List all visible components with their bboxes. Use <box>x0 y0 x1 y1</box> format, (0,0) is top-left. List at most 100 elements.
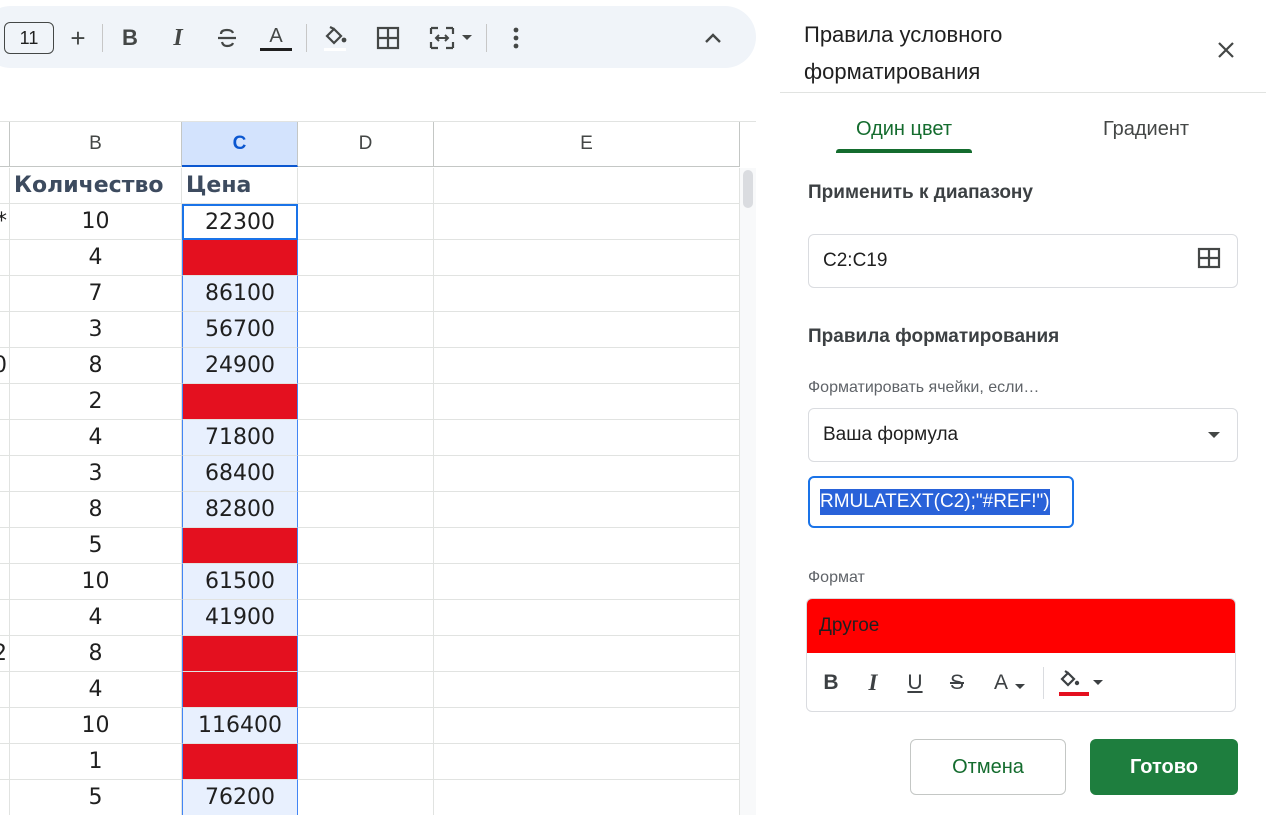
cell-c[interactable] <box>182 744 298 780</box>
range-input[interactable]: C2:C19 <box>808 234 1238 288</box>
borders-button[interactable] <box>374 24 402 52</box>
cell-a[interactable]: * <box>0 204 10 240</box>
cell-a[interactable] <box>0 672 10 708</box>
close-panel-button[interactable] <box>1208 32 1244 68</box>
cell-a[interactable] <box>0 492 10 528</box>
cell-b[interactable]: 2 <box>10 384 182 420</box>
format-bold-button[interactable]: B <box>817 663 845 703</box>
cell-c[interactable] <box>182 240 298 276</box>
cell-e[interactable] <box>434 456 740 492</box>
custom-formula-input[interactable]: RMULATEXT(C2);"#REF!") <box>808 476 1074 528</box>
cell-d[interactable] <box>298 168 434 204</box>
cell-d[interactable] <box>298 348 434 384</box>
cell-e[interactable] <box>434 744 740 780</box>
cell-d[interactable] <box>298 600 434 636</box>
cell-e[interactable] <box>434 780 740 815</box>
cell-b[interactable]: 8 <box>10 348 182 384</box>
cell-b[interactable]: 3 <box>10 312 182 348</box>
cell-c[interactable]: 116400 <box>182 708 298 744</box>
strikethrough-button[interactable] <box>212 24 242 52</box>
cell-b[interactable]: 8 <box>10 492 182 528</box>
cell-d[interactable] <box>298 636 434 672</box>
tab-single-color[interactable]: Один цвет <box>836 106 972 152</box>
tab-gradient[interactable]: Градиент <box>1076 106 1216 152</box>
cell-a[interactable] <box>0 420 10 456</box>
cell-e[interactable] <box>434 600 740 636</box>
cell-e[interactable] <box>434 672 740 708</box>
cell-a[interactable] <box>0 456 10 492</box>
cell-e[interactable] <box>434 384 740 420</box>
cell-a[interactable] <box>0 168 10 204</box>
cell-c[interactable] <box>182 528 298 564</box>
cell-d[interactable] <box>298 312 434 348</box>
cell-a[interactable] <box>0 744 10 780</box>
cell-b[interactable]: 1 <box>10 744 182 780</box>
collapse-toolbar-button[interactable] <box>698 24 728 52</box>
cell-b[interactable]: 4 <box>10 600 182 636</box>
cell-a[interactable] <box>0 600 10 636</box>
cell-e[interactable] <box>434 528 740 564</box>
format-fill-color-button[interactable] <box>1053 663 1107 703</box>
italic-button[interactable]: I <box>164 24 192 52</box>
cell-a[interactable] <box>0 384 10 420</box>
select-range-button[interactable] <box>1197 247 1221 275</box>
column-header-a[interactable] <box>0 122 10 167</box>
increase-font-size-button[interactable]: + <box>64 23 92 53</box>
cell-d[interactable] <box>298 744 434 780</box>
cell-c[interactable]: 68400 <box>182 456 298 492</box>
column-header-c[interactable]: C <box>182 122 298 167</box>
cell-b[interactable]: Количество <box>10 168 182 204</box>
cell-b[interactable]: 4 <box>10 672 182 708</box>
cell-e[interactable] <box>434 276 740 312</box>
cell-e[interactable] <box>434 564 740 600</box>
cell-e[interactable] <box>434 348 740 384</box>
cell-b[interactable]: 5 <box>10 780 182 815</box>
cell-d[interactable] <box>298 708 434 744</box>
cell-c[interactable]: 22300 <box>182 204 298 240</box>
cell-d[interactable] <box>298 672 434 708</box>
cell-d[interactable] <box>298 420 434 456</box>
font-size-input[interactable]: 11 <box>4 22 54 54</box>
format-strikethrough-button[interactable]: S <box>943 663 971 703</box>
cell-c[interactable] <box>182 672 298 708</box>
cell-e[interactable] <box>434 636 740 672</box>
cell-e[interactable] <box>434 240 740 276</box>
column-header-b[interactable]: B <box>10 122 182 167</box>
cell-b[interactable]: 7 <box>10 276 182 312</box>
cell-b[interactable]: 4 <box>10 420 182 456</box>
cell-a[interactable]: 2 <box>0 636 10 672</box>
fill-color-button[interactable] <box>320 22 350 54</box>
column-header-e[interactable]: E <box>434 122 740 167</box>
cell-b[interactable]: 10 <box>10 564 182 600</box>
cell-a[interactable] <box>0 276 10 312</box>
cell-c[interactable]: 24900 <box>182 348 298 384</box>
cell-e[interactable] <box>434 312 740 348</box>
cell-a[interactable] <box>0 240 10 276</box>
cancel-button[interactable]: Отмена <box>910 739 1066 795</box>
bold-button[interactable]: B <box>116 24 144 52</box>
cell-a[interactable] <box>0 708 10 744</box>
cell-c[interactable]: 61500 <box>182 564 298 600</box>
more-options-button[interactable] <box>502 24 530 52</box>
cell-e[interactable] <box>434 420 740 456</box>
done-button[interactable]: Готово <box>1090 739 1238 795</box>
cell-e[interactable] <box>434 168 740 204</box>
cell-b[interactable]: 5 <box>10 528 182 564</box>
text-color-button[interactable]: A <box>258 20 294 56</box>
cell-b[interactable]: 4 <box>10 240 182 276</box>
cell-c[interactable]: Цена <box>182 168 298 204</box>
cell-c[interactable] <box>182 384 298 420</box>
cell-d[interactable] <box>298 528 434 564</box>
cell-a[interactable] <box>0 780 10 815</box>
vertical-scrollbar[interactable] <box>740 168 756 815</box>
cell-b[interactable]: 3 <box>10 456 182 492</box>
column-header-d[interactable]: D <box>298 122 434 167</box>
formula-bar[interactable] <box>0 76 756 122</box>
cell-c[interactable]: 82800 <box>182 492 298 528</box>
cell-e[interactable] <box>434 708 740 744</box>
cell-c[interactable]: 71800 <box>182 420 298 456</box>
cell-d[interactable] <box>298 240 434 276</box>
format-italic-button[interactable]: I <box>859 663 887 703</box>
cell-d[interactable] <box>298 492 434 528</box>
cell-e[interactable] <box>434 492 740 528</box>
